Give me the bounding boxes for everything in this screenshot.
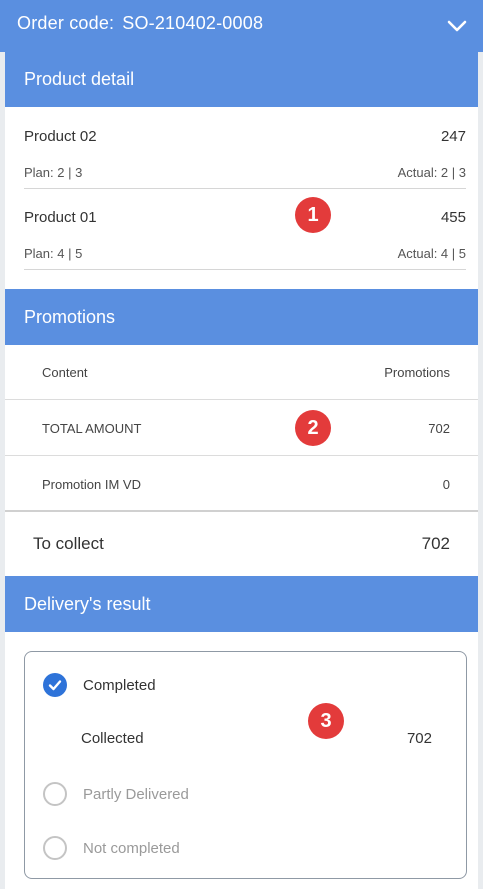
promotions-title: Promotions bbox=[24, 306, 116, 327]
product-detail-header: Product detail bbox=[5, 52, 478, 107]
delivery-result-card: Completed Collected 702 Partly Delivered… bbox=[24, 651, 467, 879]
order-label: Order code: bbox=[17, 13, 115, 33]
product-row: Product 01 455 bbox=[24, 209, 466, 226]
product-plan: Plan: 4 | 5 bbox=[24, 246, 83, 261]
step-marker: 3 bbox=[308, 703, 344, 739]
radio-unchecked-icon[interactable] bbox=[43, 782, 67, 806]
option-label: Partly Delivered bbox=[83, 785, 189, 803]
option-not-completed[interactable]: Not completed bbox=[43, 836, 180, 860]
option-completed[interactable]: Completed bbox=[43, 673, 156, 697]
promotions-header: Promotions bbox=[5, 289, 478, 345]
chevron-down-icon[interactable] bbox=[445, 14, 469, 38]
to-collect-label: To collect bbox=[33, 534, 104, 553]
table-row: Promotion IM VD 0 bbox=[42, 477, 450, 492]
collected-value: 702 bbox=[406, 730, 432, 747]
divider bbox=[5, 455, 478, 456]
row-content: TOTAL AMOUNT bbox=[42, 421, 142, 436]
product-detail-panel: Product 02 247 Plan: 2 | 3 Actual: 2 | 3… bbox=[5, 107, 478, 289]
table-header-row: Content Promotions bbox=[42, 365, 450, 380]
divider bbox=[5, 510, 478, 512]
option-label: Not completed bbox=[83, 839, 180, 857]
product-plan: Plan: 2 | 3 bbox=[24, 165, 83, 180]
order-title: Order code: SO-210402-0008 bbox=[17, 13, 263, 34]
product-row: Product 02 247 bbox=[24, 128, 466, 145]
column-content: Content bbox=[42, 365, 88, 380]
radio-unchecked-icon[interactable] bbox=[43, 836, 67, 860]
table-row: TOTAL AMOUNT 702 bbox=[42, 421, 450, 436]
row-content: Promotion IM VD bbox=[42, 477, 141, 492]
option-partly-delivered[interactable]: Partly Delivered bbox=[43, 782, 189, 806]
delivery-title: Delivery's result bbox=[24, 593, 151, 614]
product-plan-row: Plan: 4 | 5 Actual: 4 | 5 bbox=[24, 246, 466, 261]
column-promotions: Promotions bbox=[384, 365, 450, 380]
row-value: 702 bbox=[428, 421, 450, 436]
checkmark-circle-icon[interactable] bbox=[43, 673, 67, 697]
product-actual: Actual: 2 | 3 bbox=[397, 165, 466, 180]
product-detail-title: Product detail bbox=[24, 69, 135, 89]
collected-row: Collected 702 bbox=[81, 730, 432, 747]
delivery-header: Delivery's result bbox=[5, 576, 478, 632]
to-collect-row: To collect 702 bbox=[33, 534, 450, 554]
product-name: Product 02 bbox=[24, 128, 97, 145]
step-marker: 1 bbox=[295, 197, 331, 233]
divider bbox=[24, 269, 466, 270]
product-value: 247 bbox=[440, 128, 466, 145]
product-actual: Actual: 4 | 5 bbox=[397, 246, 466, 261]
product-name: Product 01 bbox=[24, 209, 97, 226]
collected-label: Collected bbox=[81, 730, 144, 747]
option-label: Completed bbox=[83, 676, 156, 694]
divider bbox=[5, 399, 478, 400]
order-header: Order code: SO-210402-0008 bbox=[0, 0, 483, 52]
step-marker: 2 bbox=[295, 410, 331, 446]
product-value: 455 bbox=[440, 209, 466, 226]
divider bbox=[24, 188, 466, 189]
to-collect-value: 702 bbox=[421, 534, 450, 553]
row-value: 0 bbox=[442, 477, 450, 492]
order-code: SO-210402-0008 bbox=[122, 13, 264, 33]
product-plan-row: Plan: 2 | 3 Actual: 2 | 3 bbox=[24, 165, 466, 180]
promotions-panel: Content Promotions TOTAL AMOUNT 702 Prom… bbox=[5, 345, 478, 576]
